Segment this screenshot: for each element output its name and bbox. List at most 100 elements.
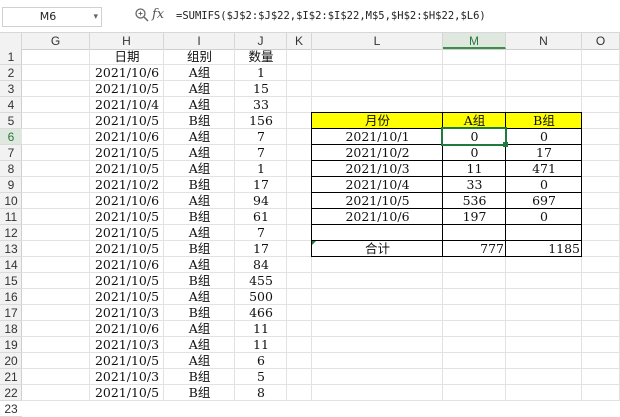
data-table-cell[interactable]: 15	[235, 81, 287, 97]
data-table-cell[interactable]: 2021/10/5	[90, 273, 164, 289]
data-table-cell[interactable]: A组	[164, 129, 235, 145]
data-table-cell[interactable]: 94	[235, 193, 287, 209]
data-table-cell[interactable]: A组	[164, 81, 235, 97]
data-table-cell[interactable]: 2021/10/3	[90, 337, 164, 353]
row-header-1[interactable]: 1	[0, 49, 22, 65]
summary-cell[interactable]: 0	[506, 177, 582, 193]
data-table-cell[interactable]: A组	[164, 65, 235, 81]
data-table-cell[interactable]: A组	[164, 337, 235, 353]
data-table-cell[interactable]: 2021/10/5	[90, 225, 164, 241]
data-table-cell[interactable]: 2021/10/5	[90, 209, 164, 225]
data-table-header[interactable]: 组别	[164, 49, 235, 65]
row-header-16[interactable]: 16	[0, 289, 22, 305]
summary-cell[interactable]: 0	[506, 209, 582, 225]
data-table-cell[interactable]: 11	[235, 337, 287, 353]
summary-cell[interactable]: 697	[506, 193, 582, 209]
data-table-cell[interactable]: 2021/10/6	[90, 257, 164, 273]
row-header-18[interactable]: 18	[0, 321, 22, 337]
data-table-cell[interactable]: 455	[235, 273, 287, 289]
select-all-corner[interactable]	[0, 33, 22, 49]
summary-cell[interactable]: 2021/10/3	[312, 161, 443, 177]
row-header-3[interactable]: 3	[0, 81, 22, 97]
data-table-cell[interactable]: B组	[164, 305, 235, 321]
column-header-m[interactable]: M	[443, 33, 506, 49]
data-table-cell[interactable]: 2021/10/6	[90, 129, 164, 145]
row-header-7[interactable]: 7	[0, 145, 22, 161]
row-header-13[interactable]: 13	[0, 241, 22, 257]
summary-cell[interactable]: 471	[506, 161, 582, 177]
data-table-cell[interactable]: A组	[164, 97, 235, 113]
data-table-cell[interactable]: A组	[164, 161, 235, 177]
summary-total-label[interactable]: 合计	[312, 241, 443, 257]
summary-cell[interactable]: 2021/10/4	[312, 177, 443, 193]
data-table-cell[interactable]: 2021/10/5	[90, 289, 164, 305]
row-header-12[interactable]: 12	[0, 225, 22, 241]
column-header-n[interactable]: N	[506, 33, 582, 49]
data-table-cell[interactable]: 7	[235, 145, 287, 161]
chevron-down-icon[interactable]: ▾	[93, 8, 98, 26]
data-table-cell[interactable]: 2021/10/5	[90, 113, 164, 129]
data-table-cell[interactable]: 2021/10/5	[90, 161, 164, 177]
data-table-cell[interactable]: 156	[235, 113, 287, 129]
data-table-cell[interactable]: 17	[235, 241, 287, 257]
data-table-cell[interactable]: B组	[164, 385, 235, 401]
column-header-h[interactable]: H	[90, 33, 164, 49]
data-table-cell[interactable]: 2021/10/3	[90, 305, 164, 321]
name-box[interactable]: M6 ▾	[2, 7, 102, 27]
row-header-14[interactable]: 14	[0, 257, 22, 273]
data-table-cell[interactable]: 17	[235, 177, 287, 193]
summary-cell[interactable]: 197	[443, 209, 506, 225]
row-header-20[interactable]: 20	[0, 353, 22, 369]
formula-input[interactable]: =SUMIFS($J$2:$J$22,$I$2:$I$22,M$5,$H$2:$…	[176, 7, 486, 25]
zoom-icon[interactable]	[134, 7, 150, 23]
data-table-cell[interactable]: 84	[235, 257, 287, 273]
data-table-cell[interactable]: 2021/10/2	[90, 177, 164, 193]
data-table-cell[interactable]: 6	[235, 353, 287, 369]
summary-cell[interactable]: 0	[443, 145, 506, 161]
name-box-value[interactable]: M6	[3, 8, 93, 26]
data-table-cell[interactable]: A组	[164, 353, 235, 369]
row-header-21[interactable]: 21	[0, 369, 22, 385]
row-header-11[interactable]: 11	[0, 209, 22, 225]
data-table-cell[interactable]: 2021/10/6	[90, 193, 164, 209]
column-header-l[interactable]: L	[312, 33, 443, 49]
data-table-cell[interactable]: 2021/10/3	[90, 369, 164, 385]
row-header-17[interactable]: 17	[0, 305, 22, 321]
data-table-cell[interactable]: B组	[164, 369, 235, 385]
column-header-i[interactable]: I	[164, 33, 235, 49]
row-header-8[interactable]: 8	[0, 161, 22, 177]
row-header-2[interactable]: 2	[0, 65, 22, 81]
data-table-cell[interactable]: 33	[235, 97, 287, 113]
summary-cell[interactable]: 2021/10/1	[312, 129, 443, 145]
summary-cell[interactable]: 536	[443, 193, 506, 209]
column-header-j[interactable]: J	[235, 33, 287, 49]
summary-header-cell[interactable]: 月份	[312, 113, 443, 129]
fx-icon[interactable]: fx	[152, 6, 168, 24]
data-table-cell[interactable]: 500	[235, 289, 287, 305]
data-table-cell[interactable]: 2021/10/5	[90, 353, 164, 369]
row-header-15[interactable]: 15	[0, 273, 22, 289]
active-cell-selection[interactable]	[441, 127, 507, 146]
data-table-cell[interactable]: A组	[164, 257, 235, 273]
data-table-cell[interactable]: 466	[235, 305, 287, 321]
row-header-4[interactable]: 4	[0, 97, 22, 113]
summary-cell[interactable]: 2021/10/2	[312, 145, 443, 161]
data-table-header[interactable]: 数量	[235, 49, 287, 65]
row-header-22[interactable]: 22	[0, 385, 22, 401]
data-table-cell[interactable]: B组	[164, 241, 235, 257]
data-table-cell[interactable]: A组	[164, 145, 235, 161]
summary-cell[interactable]: 2021/10/6	[312, 209, 443, 225]
data-table-cell[interactable]: B组	[164, 273, 235, 289]
data-table-cell[interactable]: A组	[164, 321, 235, 337]
data-table-cell[interactable]: 1	[235, 161, 287, 177]
row-header-10[interactable]: 10	[0, 193, 22, 209]
row-header-9[interactable]: 9	[0, 177, 22, 193]
summary-cell[interactable]: 11	[443, 161, 506, 177]
data-table-cell[interactable]: B组	[164, 113, 235, 129]
fill-handle[interactable]	[503, 142, 508, 147]
data-table-cell[interactable]: 2021/10/6	[90, 321, 164, 337]
data-table-cell[interactable]: 2021/10/5	[90, 241, 164, 257]
data-table-cell[interactable]: A组	[164, 225, 235, 241]
data-table-cell[interactable]: 8	[235, 385, 287, 401]
summary-cell[interactable]: 17	[506, 145, 582, 161]
